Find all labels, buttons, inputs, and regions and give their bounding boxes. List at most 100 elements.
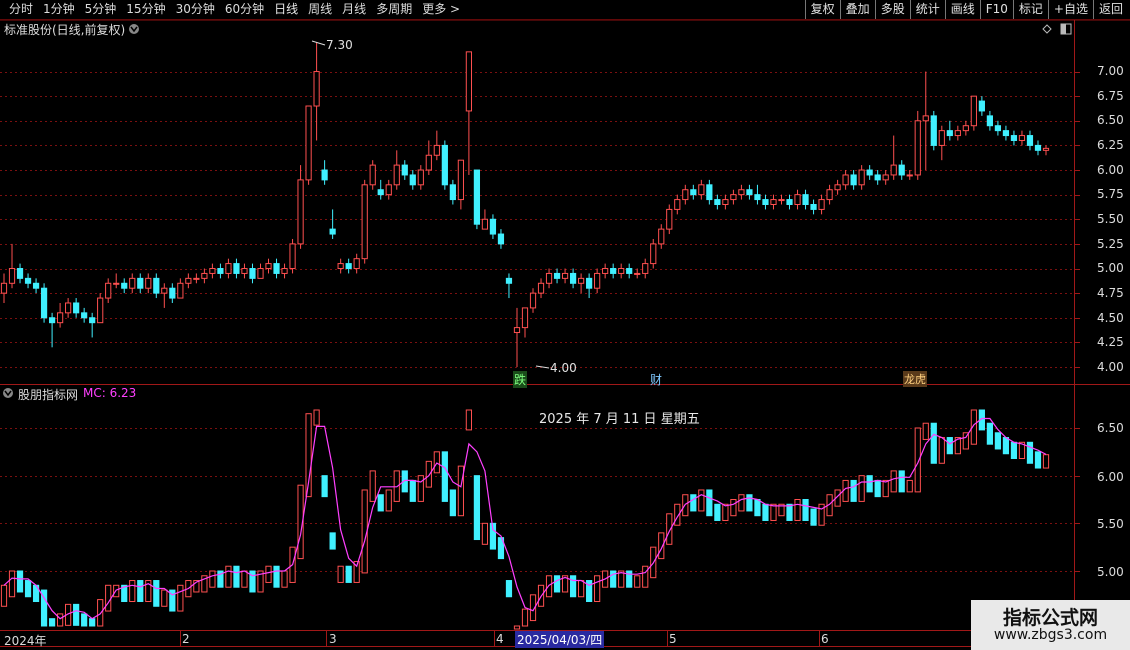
- candle: [513, 307, 521, 367]
- price-tick: 4.75: [1097, 286, 1124, 300]
- candle: [329, 209, 336, 239]
- candle: [353, 253, 360, 274]
- limit-down-marker[interactable]: 跌: [513, 371, 528, 388]
- indicator-bar: [129, 580, 136, 603]
- indicator-bar: [858, 475, 865, 502]
- candle: [121, 278, 128, 294]
- indicator-bar: [553, 575, 561, 593]
- candle-body: [185, 277, 192, 284]
- candle-body: [313, 71, 320, 107]
- candle-body: [305, 105, 312, 181]
- candle-body: [634, 272, 641, 275]
- indicator-bar: [273, 565, 280, 588]
- candle: [569, 268, 577, 289]
- candle-body: [569, 272, 577, 284]
- candle: [65, 298, 72, 318]
- candle-body: [730, 194, 737, 201]
- candle-body: [810, 204, 817, 210]
- date-tooltip: 2025 年 7 月 11 日 星期五: [539, 412, 700, 427]
- candle: [0, 273, 8, 303]
- candle-body: [513, 327, 521, 334]
- candle: [690, 184, 697, 200]
- candle-body: [529, 292, 537, 309]
- candle: [778, 194, 785, 205]
- indicator-collapse-icon[interactable]: [3, 388, 13, 398]
- candle: [129, 273, 136, 294]
- indicator-bar: [722, 503, 729, 521]
- indicator-bar: [986, 422, 993, 445]
- indicator-bar: [906, 479, 913, 493]
- financial-report-marker[interactable]: 财: [650, 371, 662, 388]
- price-tick: 6.25: [1097, 138, 1124, 152]
- candle-body: [754, 194, 761, 201]
- candle-body: [377, 189, 384, 196]
- kline-chart[interactable]: [0, 0, 1130, 650]
- indicator-bar: [465, 409, 472, 431]
- price-tick: 5.50: [1097, 212, 1124, 226]
- candle: [706, 179, 713, 205]
- candle: [850, 170, 857, 190]
- candle: [177, 278, 184, 299]
- indicator-bar: [802, 499, 809, 521]
- candle-body: [40, 287, 48, 319]
- candle: [169, 283, 176, 303]
- candle: [273, 258, 280, 279]
- time-tick: 6: [821, 632, 829, 646]
- indicator-bar: [345, 565, 352, 583]
- candle: [674, 194, 681, 215]
- indicator-bar: [850, 479, 857, 502]
- candle-body: [545, 272, 553, 284]
- candle-body: [586, 277, 593, 289]
- candle: [922, 71, 929, 171]
- candle: [8, 243, 16, 289]
- indicator-bar: [137, 580, 144, 603]
- candle-body: [57, 312, 64, 324]
- candle: [626, 263, 633, 279]
- candle-body: [481, 218, 489, 230]
- indicator-tick: 6.50: [1097, 421, 1124, 435]
- candle: [473, 169, 481, 230]
- candle-body: [329, 228, 336, 235]
- candle-body: [650, 243, 657, 265]
- candle-body: [778, 199, 785, 202]
- candle: [578, 273, 585, 294]
- indicator-bar: [441, 451, 448, 502]
- candle-body: [425, 154, 432, 171]
- candle: [1002, 125, 1010, 141]
- candle-body: [417, 169, 424, 186]
- candle-body: [345, 263, 352, 270]
- candle-body: [161, 287, 168, 294]
- candle-body: [553, 272, 561, 279]
- indicator-bar: [449, 489, 456, 517]
- candle: [457, 159, 464, 210]
- stock-title: 标准股份(日线,前复权): [4, 23, 126, 37]
- candle: [81, 307, 88, 323]
- candle: [249, 263, 256, 284]
- candle: [890, 135, 897, 180]
- candle-body: [281, 268, 288, 274]
- candle-body: [930, 115, 937, 146]
- indicator-bar: [265, 565, 272, 583]
- indicator-bar: [634, 575, 641, 588]
- candle-body: [65, 302, 72, 314]
- diamond-icon[interactable]: [1042, 24, 1052, 34]
- candle: [650, 238, 657, 269]
- indicator-bar: [377, 494, 384, 512]
- indicator-bar: [714, 503, 721, 521]
- candle-body: [674, 199, 681, 210]
- indicator-bar: [578, 580, 585, 598]
- indicator-tick: 5.00: [1097, 565, 1124, 579]
- candle-body: [193, 277, 200, 280]
- indicator-bar: [746, 494, 753, 512]
- dragon-tiger-marker[interactable]: 龙虎: [903, 371, 927, 387]
- candle-body: [113, 282, 120, 285]
- candle-body: [594, 272, 601, 289]
- candle-body: [249, 268, 256, 279]
- candle-body: [922, 115, 929, 122]
- candle: [521, 307, 529, 338]
- candle: [842, 170, 849, 190]
- indicator-bar: [16, 570, 24, 593]
- candle-body: [682, 189, 689, 201]
- candle: [746, 184, 753, 200]
- title-dropdown-icon[interactable]: [129, 24, 139, 34]
